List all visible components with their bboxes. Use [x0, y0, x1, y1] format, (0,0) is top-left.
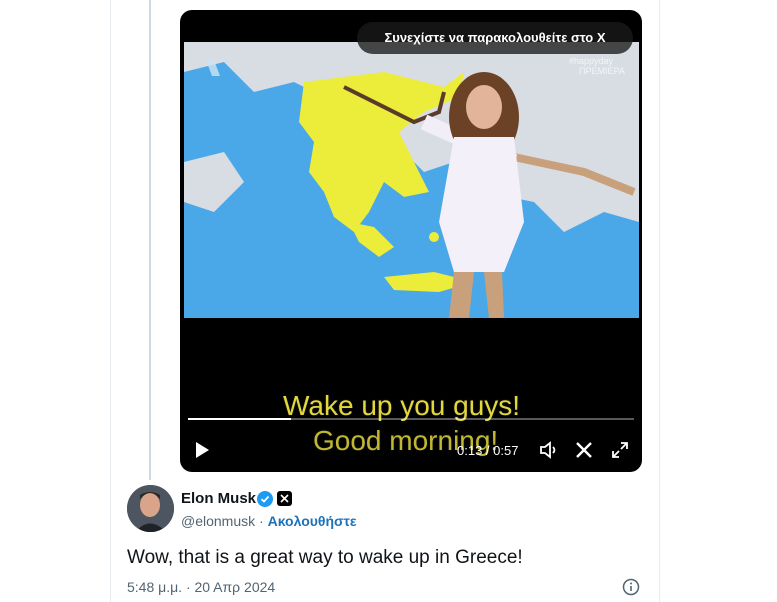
- author-handle[interactable]: @elonmusk: [181, 513, 255, 529]
- thread-line: [149, 0, 151, 480]
- volume-icon[interactable]: [538, 440, 560, 460]
- author-handle-line: @elonmusk · Ακολουθήστε: [181, 513, 357, 529]
- follow-button[interactable]: Ακολουθήστε: [268, 513, 357, 529]
- avatar[interactable]: [127, 485, 174, 532]
- play-icon[interactable]: [192, 440, 212, 460]
- x-logo-icon[interactable]: [573, 440, 595, 460]
- time-display: 0:13 / 0:57: [457, 443, 519, 458]
- x-affiliate-badge-icon: [277, 491, 292, 506]
- svg-text:#happyday: #happyday: [569, 56, 614, 66]
- progress-bar[interactable]: [188, 418, 634, 420]
- progress-fill: [188, 418, 291, 420]
- tweet-text: Wow, that is a great way to wake up in G…: [127, 547, 523, 568]
- fullscreen-icon[interactable]: [609, 440, 631, 460]
- author-name[interactable]: Elon Musk: [181, 490, 256, 507]
- continue-watching-banner[interactable]: Συνεχίστε να παρακολουθείτε στο X: [357, 22, 633, 54]
- info-icon[interactable]: [622, 578, 640, 596]
- verified-icon: [257, 491, 273, 507]
- tweet-timestamp[interactable]: 5:48 μ.μ. · 20 Απρ 2024: [127, 579, 275, 595]
- separator-dot: ·: [259, 513, 264, 529]
- svg-text:ΠΡΕΜΙΕΡΑ: ΠΡΕΜΙΕΡΑ: [579, 66, 625, 76]
- video-frame: #happyday ΠΡΕΜΙΕΡΑ: [184, 42, 639, 318]
